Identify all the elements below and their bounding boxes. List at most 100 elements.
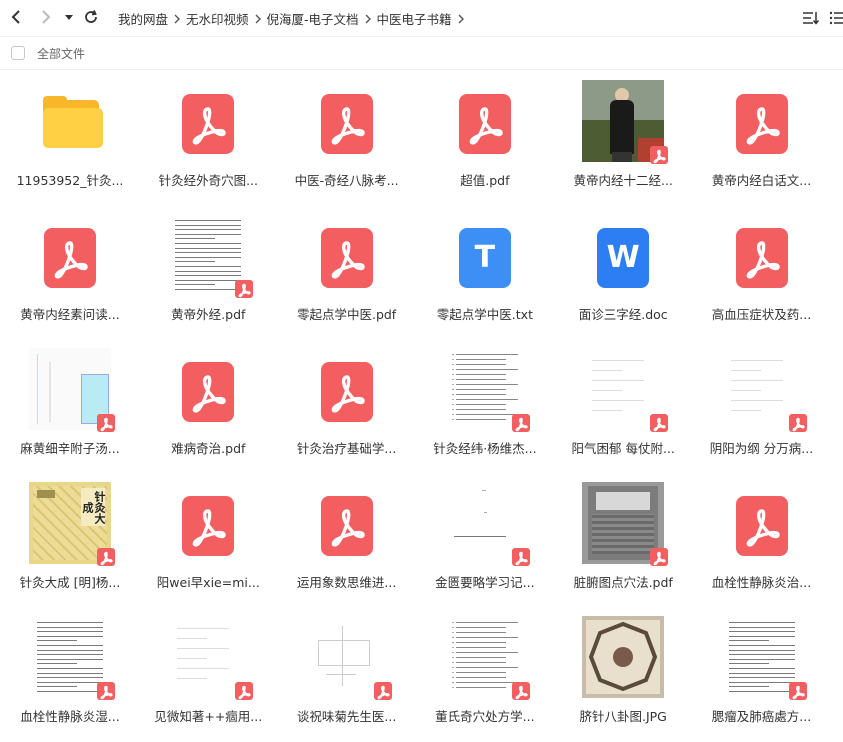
- file-name: 难病奇治.pdf: [171, 441, 246, 456]
- file-item[interactable]: 中医-奇经八脉考...: [278, 72, 416, 206]
- file-item[interactable]: 黄帝外经.pdf: [139, 206, 277, 340]
- folder-item[interactable]: 11953952_针灸...: [1, 72, 139, 206]
- document-thumbnail: [167, 616, 254, 700]
- pdf-file-icon: [167, 348, 249, 430]
- txt-file-icon: T: [444, 214, 526, 296]
- file-name: 超值.pdf: [460, 173, 510, 188]
- pdf-badge-icon: [511, 414, 530, 432]
- list-view-icon[interactable]: [829, 9, 843, 27]
- pdf-file-icon: [167, 80, 249, 162]
- file-item[interactable]: 金匮要略学习记...: [416, 474, 554, 608]
- select-all-bar: 全部文件: [0, 36, 843, 70]
- file-item[interactable]: T 零起点学中医.txt: [416, 206, 554, 340]
- file-name: 零起点学中医.txt: [436, 307, 533, 322]
- chevron-left-icon[interactable]: [6, 6, 28, 28]
- file-item[interactable]: 高血压症状及药...: [693, 206, 831, 340]
- file-item[interactable]: 黄帝内经十二经...: [554, 72, 692, 206]
- document-thumbnail: [29, 348, 115, 432]
- file-item[interactable]: 见微知著++痼用...: [139, 608, 277, 742]
- pdf-file-icon: [306, 80, 388, 162]
- pdf-badge-icon: [650, 548, 669, 566]
- image-thumbnail: [582, 616, 665, 698]
- toolbar: 我的网盘 无水印视频 倪海厦-电子文档 中医电子书籍: [0, 0, 843, 36]
- file-item[interactable]: 超值.pdf: [416, 72, 554, 206]
- file-item[interactable]: 针灸大成 针灸大成 [明]杨...: [1, 474, 139, 608]
- file-name: 阴阳为纲 分万病...: [709, 441, 814, 456]
- file-name: 针灸经外奇穴图...: [158, 173, 258, 188]
- file-item[interactable]: 血栓性静脉炎湿...: [1, 608, 139, 742]
- sort-icon[interactable]: [802, 9, 820, 27]
- file-item[interactable]: 董氏奇穴处方学...: [416, 608, 554, 742]
- file-item[interactable]: 针灸经外奇穴图...: [139, 72, 277, 206]
- chevron-right-icon[interactable]: [34, 6, 56, 28]
- file-name: 阳wei早xie=mi...: [156, 575, 260, 590]
- file-item[interactable]: 黄帝内经素问读...: [1, 206, 139, 340]
- breadcrumb-item-root[interactable]: 我的网盘: [118, 9, 168, 28]
- document-thumbnail: [582, 482, 669, 566]
- file-item[interactable]: 阳气困郁 每仗附...: [554, 340, 692, 474]
- caret-down-icon[interactable]: [58, 6, 80, 28]
- breadcrumb-item-videos[interactable]: 无水印视频: [186, 9, 249, 28]
- file-name: 血栓性静脉炎湿...: [20, 709, 120, 724]
- document-thumbnail: [720, 616, 807, 700]
- file-name: 血栓性静脉炎治...: [711, 575, 812, 590]
- select-all-checkbox[interactable]: [11, 46, 25, 60]
- document-thumbnail: [305, 616, 392, 700]
- pdf-badge-icon: [650, 414, 669, 432]
- pdf-file-icon: [721, 80, 803, 162]
- file-name: 运用象数思维进...: [296, 575, 397, 590]
- pdf-badge-icon: [235, 280, 254, 298]
- pdf-file-icon: [167, 482, 249, 564]
- pdf-badge-icon: [97, 548, 115, 566]
- file-name: 脏腑图点穴法.pdf: [573, 575, 673, 590]
- file-item[interactable]: 难病奇治.pdf: [139, 340, 277, 474]
- file-item[interactable]: 阴阳为纲 分万病...: [693, 340, 831, 474]
- file-name: 高血压症状及药...: [711, 307, 812, 322]
- file-item[interactable]: 谈祝味菊先生医...: [278, 608, 416, 742]
- pdf-badge-icon: [650, 146, 669, 164]
- breadcrumb-item-docs[interactable]: 倪海厦-电子文档: [267, 9, 359, 28]
- file-item[interactable]: 血栓性静脉炎治...: [693, 474, 831, 608]
- breadcrumb-separator-icon: [168, 11, 186, 26]
- file-item[interactable]: 脐针八卦图.JPG: [554, 608, 692, 742]
- file-item[interactable]: 腮瘤及肺癌處方...: [693, 608, 831, 742]
- document-thumbnail: [167, 214, 254, 298]
- file-name: 黄帝内经白话文...: [711, 173, 812, 188]
- file-item[interactable]: 零起点学中医.pdf: [278, 206, 416, 340]
- file-item[interactable]: W 面诊三字经.doc: [554, 206, 692, 340]
- pdf-file-icon: [306, 482, 388, 564]
- file-item[interactable]: 脏腑图点穴法.pdf: [554, 474, 692, 608]
- photo-thumbnail: [582, 80, 669, 164]
- file-item[interactable]: 针灸治疗基础学...: [278, 340, 416, 474]
- pdf-badge-icon: [97, 682, 115, 700]
- file-name: 腮瘤及肺癌處方...: [711, 709, 812, 724]
- file-name: 阳气困郁 每仗附...: [571, 441, 675, 456]
- file-item[interactable]: 黄帝内经白话文...: [693, 72, 831, 206]
- file-name: 麻黄细辛附子汤...: [20, 441, 120, 456]
- pdf-badge-icon: [511, 682, 530, 700]
- file-item[interactable]: 针灸经纬·杨维杰...: [416, 340, 554, 474]
- pdf-badge-icon: [788, 414, 807, 432]
- pdf-badge-icon: [235, 682, 254, 700]
- pdf-badge-icon: [373, 682, 392, 700]
- refresh-icon[interactable]: [80, 6, 102, 28]
- breadcrumb-separator-icon: [359, 11, 377, 26]
- breadcrumb-item-current[interactable]: 中医电子书籍: [377, 9, 452, 28]
- file-item[interactable]: 阳wei早xie=mi...: [139, 474, 277, 608]
- document-thumbnail: [443, 616, 530, 700]
- breadcrumb-separator-icon: [452, 11, 470, 26]
- document-thumbnail: [443, 482, 530, 566]
- file-name: 脐针八卦图.JPG: [579, 709, 667, 724]
- file-name: 黄帝内经素问读...: [20, 307, 120, 322]
- book-cover-thumbnail: 针灸大成: [29, 482, 115, 566]
- pdf-file-icon: [29, 214, 111, 296]
- file-item[interactable]: 运用象数思维进...: [278, 474, 416, 608]
- file-item[interactable]: 麻黄细辛附子汤...: [1, 340, 139, 474]
- file-name: 黄帝内经十二经...: [573, 173, 673, 188]
- file-name: 见微知著++痼用...: [154, 709, 263, 724]
- document-thumbnail: [720, 348, 807, 432]
- pdf-file-icon: [444, 80, 526, 162]
- file-name: 11953952_针灸...: [16, 173, 124, 188]
- file-name: 零起点学中医.pdf: [296, 307, 397, 322]
- file-name: 黄帝外经.pdf: [171, 307, 246, 322]
